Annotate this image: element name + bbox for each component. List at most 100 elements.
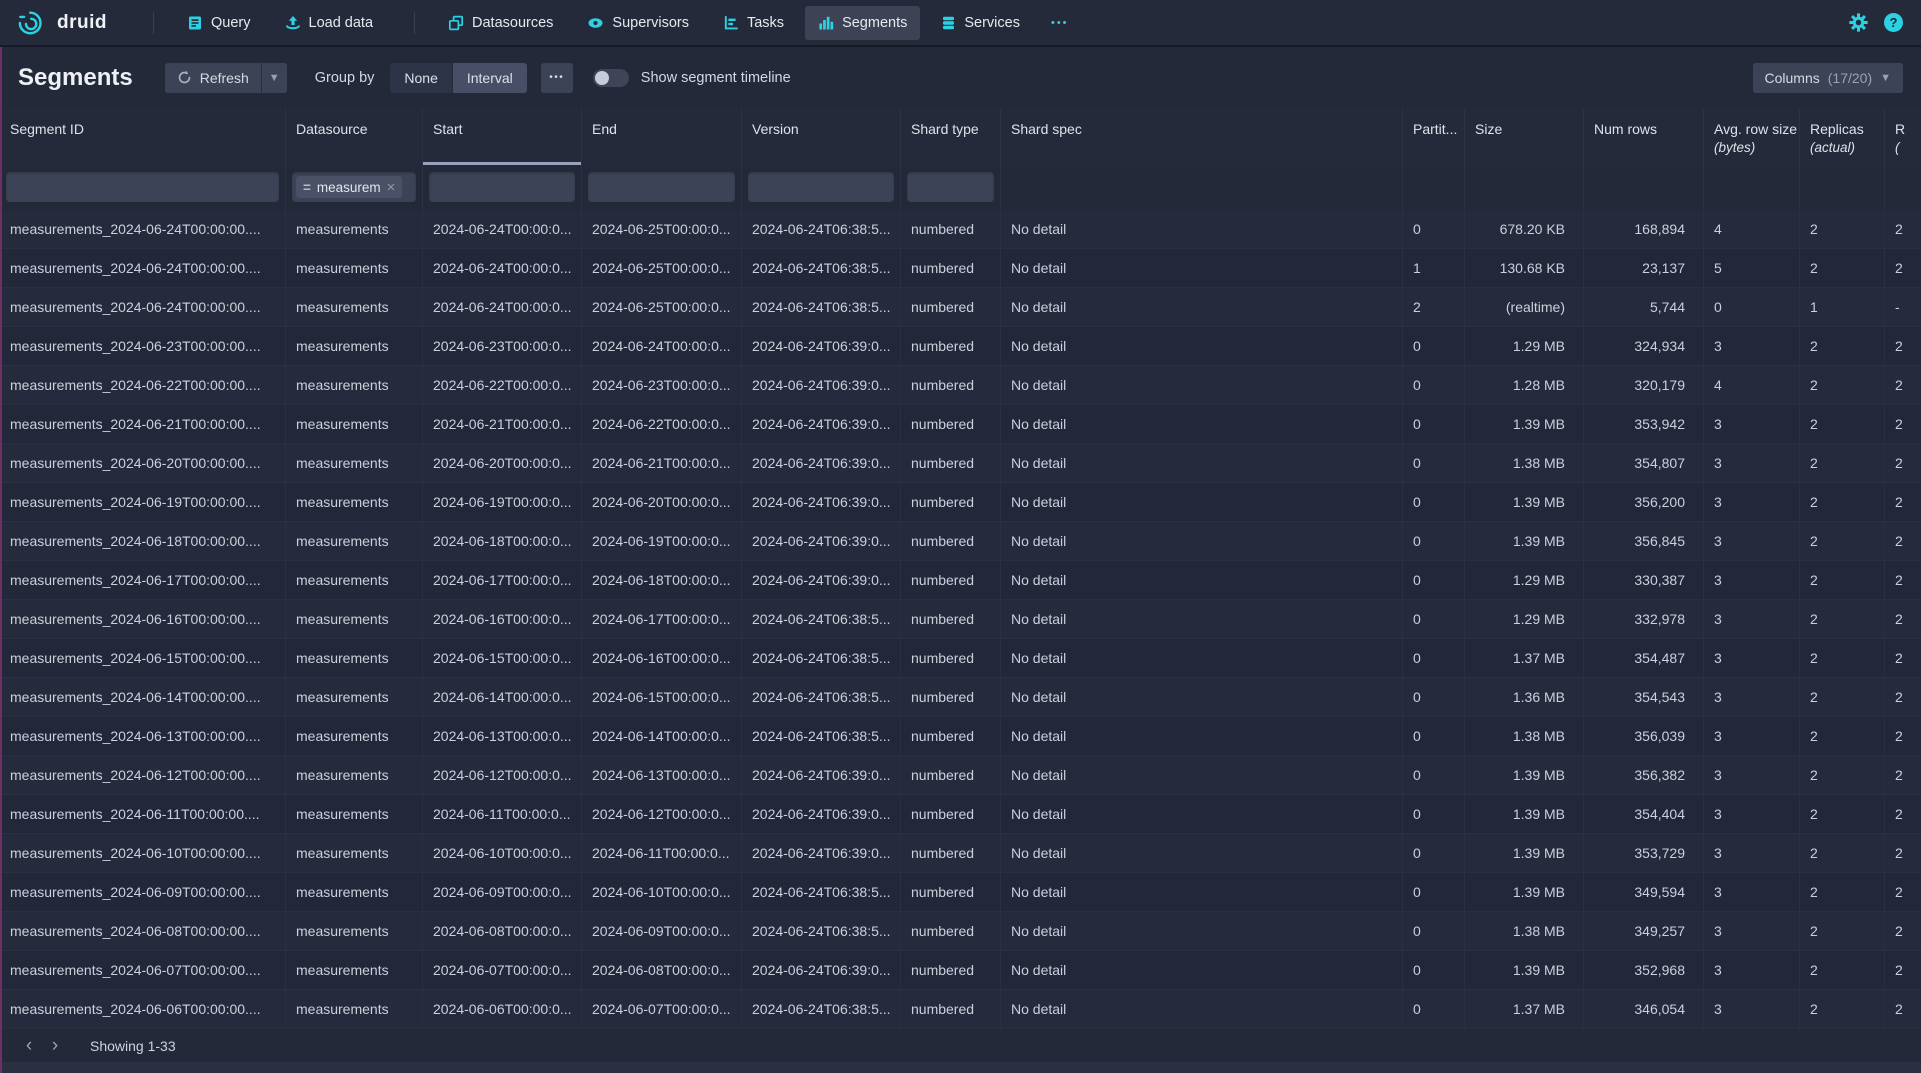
cell-end[interactable]: 2024-06-15T00:00:0... bbox=[582, 678, 742, 717]
cell-shard-type[interactable]: numbered bbox=[901, 600, 1001, 639]
cell-size[interactable]: 1.29 MB bbox=[1465, 600, 1584, 639]
cell-partit-[interactable]: 1 bbox=[1403, 249, 1465, 288]
filter-input-start[interactable] bbox=[429, 172, 575, 202]
cell-start[interactable]: 2024-06-18T00:00:0... bbox=[423, 522, 582, 561]
cell-replicas[interactable]: 2 bbox=[1800, 210, 1885, 249]
cell-shard-spec[interactable]: No detail bbox=[1001, 678, 1403, 717]
cell-num-rows[interactable]: 353,729 bbox=[1584, 834, 1704, 873]
cell-segment-id[interactable]: measurements_2024-06-12T00:00:00.... bbox=[0, 756, 286, 795]
cell-size[interactable]: 1.39 MB bbox=[1465, 522, 1584, 561]
cell-end[interactable]: 2024-06-25T00:00:0... bbox=[582, 249, 742, 288]
cell-segment-id[interactable]: measurements_2024-06-11T00:00:00.... bbox=[0, 795, 286, 834]
cell-replicas[interactable]: 2 bbox=[1800, 600, 1885, 639]
column-header-datasource[interactable]: Datasource bbox=[286, 108, 423, 165]
cell-version[interactable]: 2024-06-24T06:39:0... bbox=[742, 795, 901, 834]
cell-avg-row-size[interactable]: 3 bbox=[1704, 561, 1800, 600]
cell-r[interactable]: 2 bbox=[1885, 444, 1921, 483]
cell-partit-[interactable]: 0 bbox=[1403, 639, 1465, 678]
cell-shard-type[interactable]: numbered bbox=[901, 483, 1001, 522]
cell-shard-spec[interactable]: No detail bbox=[1001, 288, 1403, 327]
cell-num-rows[interactable]: 320,179 bbox=[1584, 366, 1704, 405]
cell-shard-spec[interactable]: No detail bbox=[1001, 756, 1403, 795]
cell-datasource[interactable]: measurements bbox=[286, 834, 423, 873]
column-header-shard-spec[interactable]: Shard spec bbox=[1001, 108, 1403, 165]
cell-avg-row-size[interactable]: 3 bbox=[1704, 327, 1800, 366]
cell-num-rows[interactable]: 353,942 bbox=[1584, 405, 1704, 444]
cell-start[interactable]: 2024-06-23T00:00:0... bbox=[423, 327, 582, 366]
cell-shard-type[interactable]: numbered bbox=[901, 639, 1001, 678]
cell-start[interactable]: 2024-06-07T00:00:0... bbox=[423, 951, 582, 990]
cell-avg-row-size[interactable]: 3 bbox=[1704, 951, 1800, 990]
cell-avg-row-size[interactable]: 0 bbox=[1704, 288, 1800, 327]
cell-partit-[interactable]: 0 bbox=[1403, 873, 1465, 912]
nav-more-icon[interactable]: ••• bbox=[1041, 17, 1079, 29]
cell-datasource[interactable]: measurements bbox=[286, 522, 423, 561]
cell-datasource[interactable]: measurements bbox=[286, 249, 423, 288]
cell-r[interactable]: 2 bbox=[1885, 366, 1921, 405]
cell-size[interactable]: 1.39 MB bbox=[1465, 873, 1584, 912]
column-header-r[interactable]: R( bbox=[1885, 108, 1921, 165]
cell-segment-id[interactable]: measurements_2024-06-23T00:00:00.... bbox=[0, 327, 286, 366]
filter-input-segment-id[interactable] bbox=[6, 172, 279, 202]
cell-replicas[interactable]: 2 bbox=[1800, 951, 1885, 990]
cell-r[interactable]: 2 bbox=[1885, 522, 1921, 561]
cell-datasource[interactable]: measurements bbox=[286, 327, 423, 366]
cell-shard-type[interactable]: numbered bbox=[901, 990, 1001, 1029]
cell-r[interactable]: 2 bbox=[1885, 795, 1921, 834]
cell-segment-id[interactable]: measurements_2024-06-06T00:00:00.... bbox=[0, 990, 286, 1029]
cell-shard-spec[interactable]: No detail bbox=[1001, 210, 1403, 249]
cell-avg-row-size[interactable]: 3 bbox=[1704, 444, 1800, 483]
column-header-end[interactable]: End bbox=[582, 108, 742, 165]
cell-version[interactable]: 2024-06-24T06:39:0... bbox=[742, 561, 901, 600]
column-header-avg-row-size[interactable]: Avg. row size(bytes) bbox=[1704, 108, 1800, 165]
cell-avg-row-size[interactable]: 4 bbox=[1704, 210, 1800, 249]
cell-shard-spec[interactable]: No detail bbox=[1001, 327, 1403, 366]
cell-end[interactable]: 2024-06-20T00:00:0... bbox=[582, 483, 742, 522]
cell-num-rows[interactable]: 354,404 bbox=[1584, 795, 1704, 834]
cell-avg-row-size[interactable]: 3 bbox=[1704, 990, 1800, 1029]
cell-size[interactable]: 1.39 MB bbox=[1465, 483, 1584, 522]
cell-version[interactable]: 2024-06-24T06:38:5... bbox=[742, 912, 901, 951]
cell-datasource[interactable]: measurements bbox=[286, 366, 423, 405]
cell-version[interactable]: 2024-06-24T06:39:0... bbox=[742, 522, 901, 561]
cell-replicas[interactable]: 2 bbox=[1800, 327, 1885, 366]
cell-start[interactable]: 2024-06-08T00:00:0... bbox=[423, 912, 582, 951]
cell-start[interactable]: 2024-06-11T00:00:0... bbox=[423, 795, 582, 834]
cell-segment-id[interactable]: measurements_2024-06-07T00:00:00.... bbox=[0, 951, 286, 990]
cell-segment-id[interactable]: measurements_2024-06-14T00:00:00.... bbox=[0, 678, 286, 717]
filter-input-shard-type[interactable] bbox=[907, 172, 994, 202]
cell-shard-type[interactable]: numbered bbox=[901, 717, 1001, 756]
cell-start[interactable]: 2024-06-10T00:00:0... bbox=[423, 834, 582, 873]
cell-segment-id[interactable]: measurements_2024-06-21T00:00:00.... bbox=[0, 405, 286, 444]
settings-gear-icon[interactable] bbox=[1849, 13, 1868, 32]
cell-size[interactable]: 1.38 MB bbox=[1465, 912, 1584, 951]
cell-num-rows[interactable]: 324,934 bbox=[1584, 327, 1704, 366]
cell-r[interactable]: - bbox=[1885, 288, 1921, 327]
cell-r[interactable]: 2 bbox=[1885, 990, 1921, 1029]
cell-start[interactable]: 2024-06-22T00:00:0... bbox=[423, 366, 582, 405]
cell-num-rows[interactable]: 5,744 bbox=[1584, 288, 1704, 327]
cell-shard-spec[interactable]: No detail bbox=[1001, 600, 1403, 639]
cell-replicas[interactable]: 2 bbox=[1800, 912, 1885, 951]
cell-num-rows[interactable]: 349,257 bbox=[1584, 912, 1704, 951]
cell-end[interactable]: 2024-06-11T00:00:0... bbox=[582, 834, 742, 873]
cell-segment-id[interactable]: measurements_2024-06-19T00:00:00.... bbox=[0, 483, 286, 522]
cell-end[interactable]: 2024-06-13T00:00:0... bbox=[582, 756, 742, 795]
cell-version[interactable]: 2024-06-24T06:38:5... bbox=[742, 249, 901, 288]
cell-datasource[interactable]: measurements bbox=[286, 444, 423, 483]
toolbar-more-button[interactable]: ••• bbox=[541, 63, 573, 93]
cell-version[interactable]: 2024-06-24T06:38:5... bbox=[742, 288, 901, 327]
cell-segment-id[interactable]: measurements_2024-06-08T00:00:00.... bbox=[0, 912, 286, 951]
cell-start[interactable]: 2024-06-24T00:00:0... bbox=[423, 249, 582, 288]
cell-avg-row-size[interactable]: 3 bbox=[1704, 639, 1800, 678]
cell-start[interactable]: 2024-06-13T00:00:0... bbox=[423, 717, 582, 756]
cell-replicas[interactable]: 2 bbox=[1800, 756, 1885, 795]
nav-item-services[interactable]: Services bbox=[928, 6, 1033, 40]
cell-size[interactable]: (realtime) bbox=[1465, 288, 1584, 327]
cell-version[interactable]: 2024-06-24T06:39:0... bbox=[742, 444, 901, 483]
cell-shard-type[interactable]: numbered bbox=[901, 522, 1001, 561]
filter-input-datasource[interactable]: =measurem× bbox=[292, 172, 416, 202]
cell-datasource[interactable]: measurements bbox=[286, 873, 423, 912]
cell-size[interactable]: 1.39 MB bbox=[1465, 795, 1584, 834]
cell-version[interactable]: 2024-06-24T06:39:0... bbox=[742, 483, 901, 522]
